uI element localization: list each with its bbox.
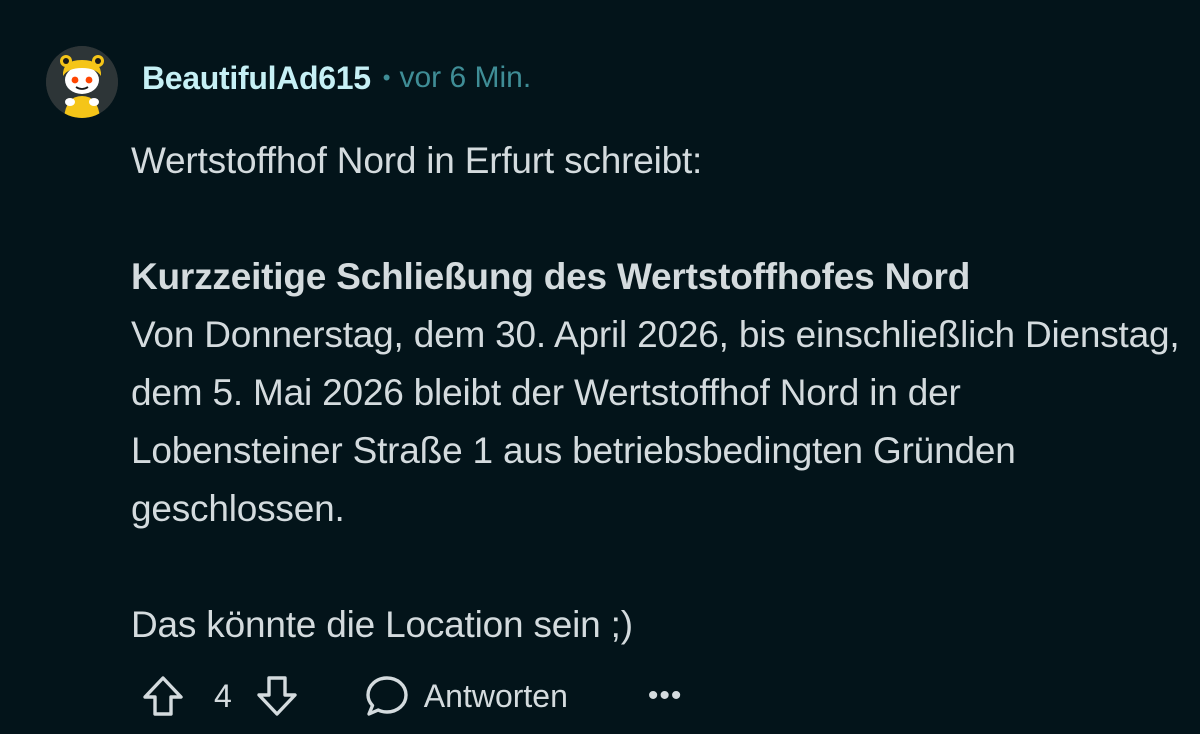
comment-paragraph: Das könnte die Location sein ;) (131, 604, 633, 645)
comment-paragraph: Kurzzeitige Schließung des Wertstoffhofe… (131, 248, 1181, 538)
reply-label: Antworten (423, 677, 568, 714)
more-options-button[interactable]: ••• (648, 681, 683, 711)
upvote-button[interactable] (140, 673, 186, 719)
downvote-arrow-icon (257, 676, 297, 716)
vote-count: 4 (214, 677, 232, 714)
comment-paragraph-text: Von Donnerstag, dem 30. April 2026, bis … (131, 314, 1180, 529)
comment-paragraph: Wertstoffhof Nord in Erfurt schreibt: (131, 140, 703, 181)
meta-separator: • (382, 65, 391, 90)
timestamp: vor 6 Min. (399, 61, 532, 94)
username-link[interactable]: BeautifulAd615 (142, 60, 371, 97)
reply-button[interactable]: Antworten (364, 673, 568, 719)
comment-meta: BeautifulAd615 • vor 6 Min. (142, 56, 531, 100)
avatar[interactable] (46, 46, 118, 118)
downvote-button[interactable] (254, 673, 300, 719)
speech-bubble-icon (366, 676, 408, 716)
upvote-arrow-icon (143, 676, 183, 716)
comment-headline: Kurzzeitige Schließung des Wertstoffhofe… (131, 256, 971, 297)
comment-body: Wertstoffhof Nord in Erfurt schreibt: Ku… (131, 132, 1181, 654)
comment-action-bar: 4 Antworten ••• (140, 666, 682, 726)
snoo-avatar-icon (46, 46, 118, 118)
comment: BeautifulAd615 • vor 6 Min. Wertstoffhof… (0, 0, 1200, 734)
